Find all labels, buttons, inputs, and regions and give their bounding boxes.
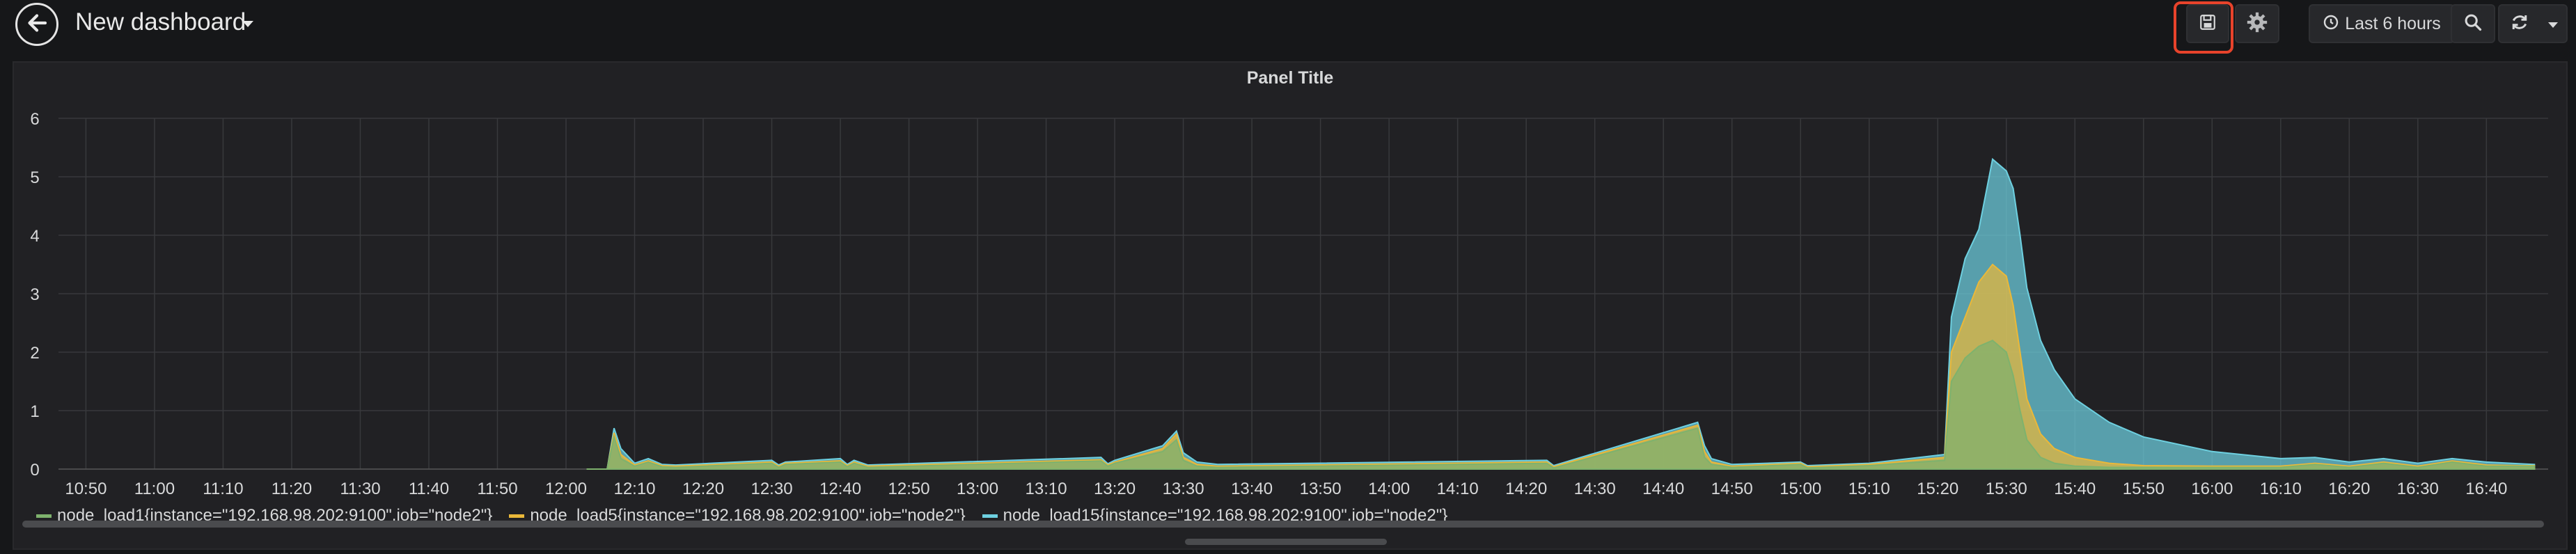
x-tick-label: 15:10 — [1848, 480, 1890, 498]
time-range-picker[interactable]: Last 6 hours — [2309, 4, 2455, 43]
y-tick-label: 2 — [30, 344, 39, 363]
x-tick-label: 13:20 — [1094, 480, 1136, 498]
x-tick-label: 15:20 — [1917, 480, 1958, 498]
x-tick-label: 12:20 — [682, 480, 724, 498]
x-tick-label: 13:10 — [1026, 480, 1067, 498]
x-tick-label: 11:20 — [272, 480, 312, 498]
x-tick-label: 14:00 — [1368, 480, 1410, 498]
x-tick-label: 15:50 — [2123, 480, 2165, 498]
x-tick-label: 16:00 — [2191, 480, 2233, 498]
time-range-label: Last 6 hours — [2345, 13, 2441, 33]
legend-swatch — [36, 514, 52, 518]
x-tick-label: 12:10 — [613, 480, 655, 498]
x-tick-label: 12:40 — [819, 480, 861, 498]
back-button[interactable] — [15, 3, 58, 46]
arrow-left-icon — [24, 10, 49, 39]
x-tick-label: 11:00 — [134, 480, 175, 498]
dashboard-title[interactable]: New dashboard — [75, 7, 246, 38]
x-tick-label: 11:10 — [203, 480, 243, 498]
x-tick-label: 13:00 — [957, 480, 998, 498]
x-tick-label: 14:30 — [1574, 480, 1616, 498]
x-tick-label: 11:50 — [477, 480, 517, 498]
save-highlight-box — [2174, 1, 2233, 54]
x-tick-label: 14:40 — [1642, 480, 1684, 498]
search-icon — [2463, 13, 2483, 35]
x-tick-label: 15:00 — [1780, 480, 1821, 498]
y-tick-label: 5 — [30, 168, 39, 187]
x-tick-label: 12:50 — [888, 480, 930, 498]
x-tick-label: 10:50 — [65, 480, 107, 498]
scrollbar-track[interactable] — [22, 521, 2544, 528]
y-tick-label: 6 — [30, 110, 39, 129]
legend-swatch — [982, 514, 998, 518]
x-tick-label: 11:40 — [409, 480, 449, 498]
x-tick-label: 14:10 — [1437, 480, 1479, 498]
x-tick-label: 16:30 — [2397, 480, 2439, 498]
graph-chart: 0 1 2 3 4 5 6 10:50 11:00 11:10 11:20 11:30 11:40 11:… — [30, 110, 2548, 498]
y-tick-label: 3 — [30, 285, 39, 304]
refresh-icon — [2509, 12, 2530, 36]
x-tick-label: 11:30 — [340, 480, 380, 498]
x-tick-label: 12:30 — [751, 480, 792, 498]
x-tick-label: 14:50 — [1711, 480, 1753, 498]
x-tick-label: 15:30 — [1986, 480, 2027, 498]
x-tick-label: 12:00 — [545, 480, 587, 498]
clock-icon — [2323, 14, 2339, 34]
dashboard-toolbar: New dashboard Last 6 hours — [0, 0, 2576, 57]
series-area-3 — [586, 157, 2536, 470]
x-tick-label: 16:20 — [2328, 480, 2370, 498]
scrollbar-thumb[interactable] — [1185, 539, 1387, 545]
x-tick-label: 15:40 — [2054, 480, 2096, 498]
x-tick-label: 13:30 — [1163, 480, 1204, 498]
settings-button[interactable] — [2235, 4, 2279, 43]
gear-icon — [2245, 10, 2269, 38]
legend-swatch — [509, 514, 525, 518]
y-tick-label: 4 — [30, 227, 39, 246]
y-tick-label: 0 — [30, 461, 39, 480]
x-tick-label: 13:50 — [1300, 480, 1342, 498]
x-tick-label: 14:20 — [1505, 480, 1547, 498]
x-tick-label: 13:40 — [1231, 480, 1273, 498]
graph-panel[interactable]: Panel Title 0 1 2 3 4 5 6 10:50 11:00 11:10 11:20 1… — [13, 61, 2568, 550]
zoom-out-button[interactable] — [2451, 4, 2495, 43]
series-area-1 — [586, 340, 2536, 470]
chevron-down-icon[interactable] — [2548, 22, 2558, 28]
series-area-2 — [586, 263, 2536, 470]
chevron-down-icon[interactable] — [242, 21, 253, 27]
refresh-button[interactable] — [2498, 4, 2568, 43]
x-tick-label: 16:10 — [2260, 480, 2302, 498]
x-tick-label: 16:40 — [2465, 480, 2507, 498]
y-tick-label: 1 — [30, 402, 39, 421]
